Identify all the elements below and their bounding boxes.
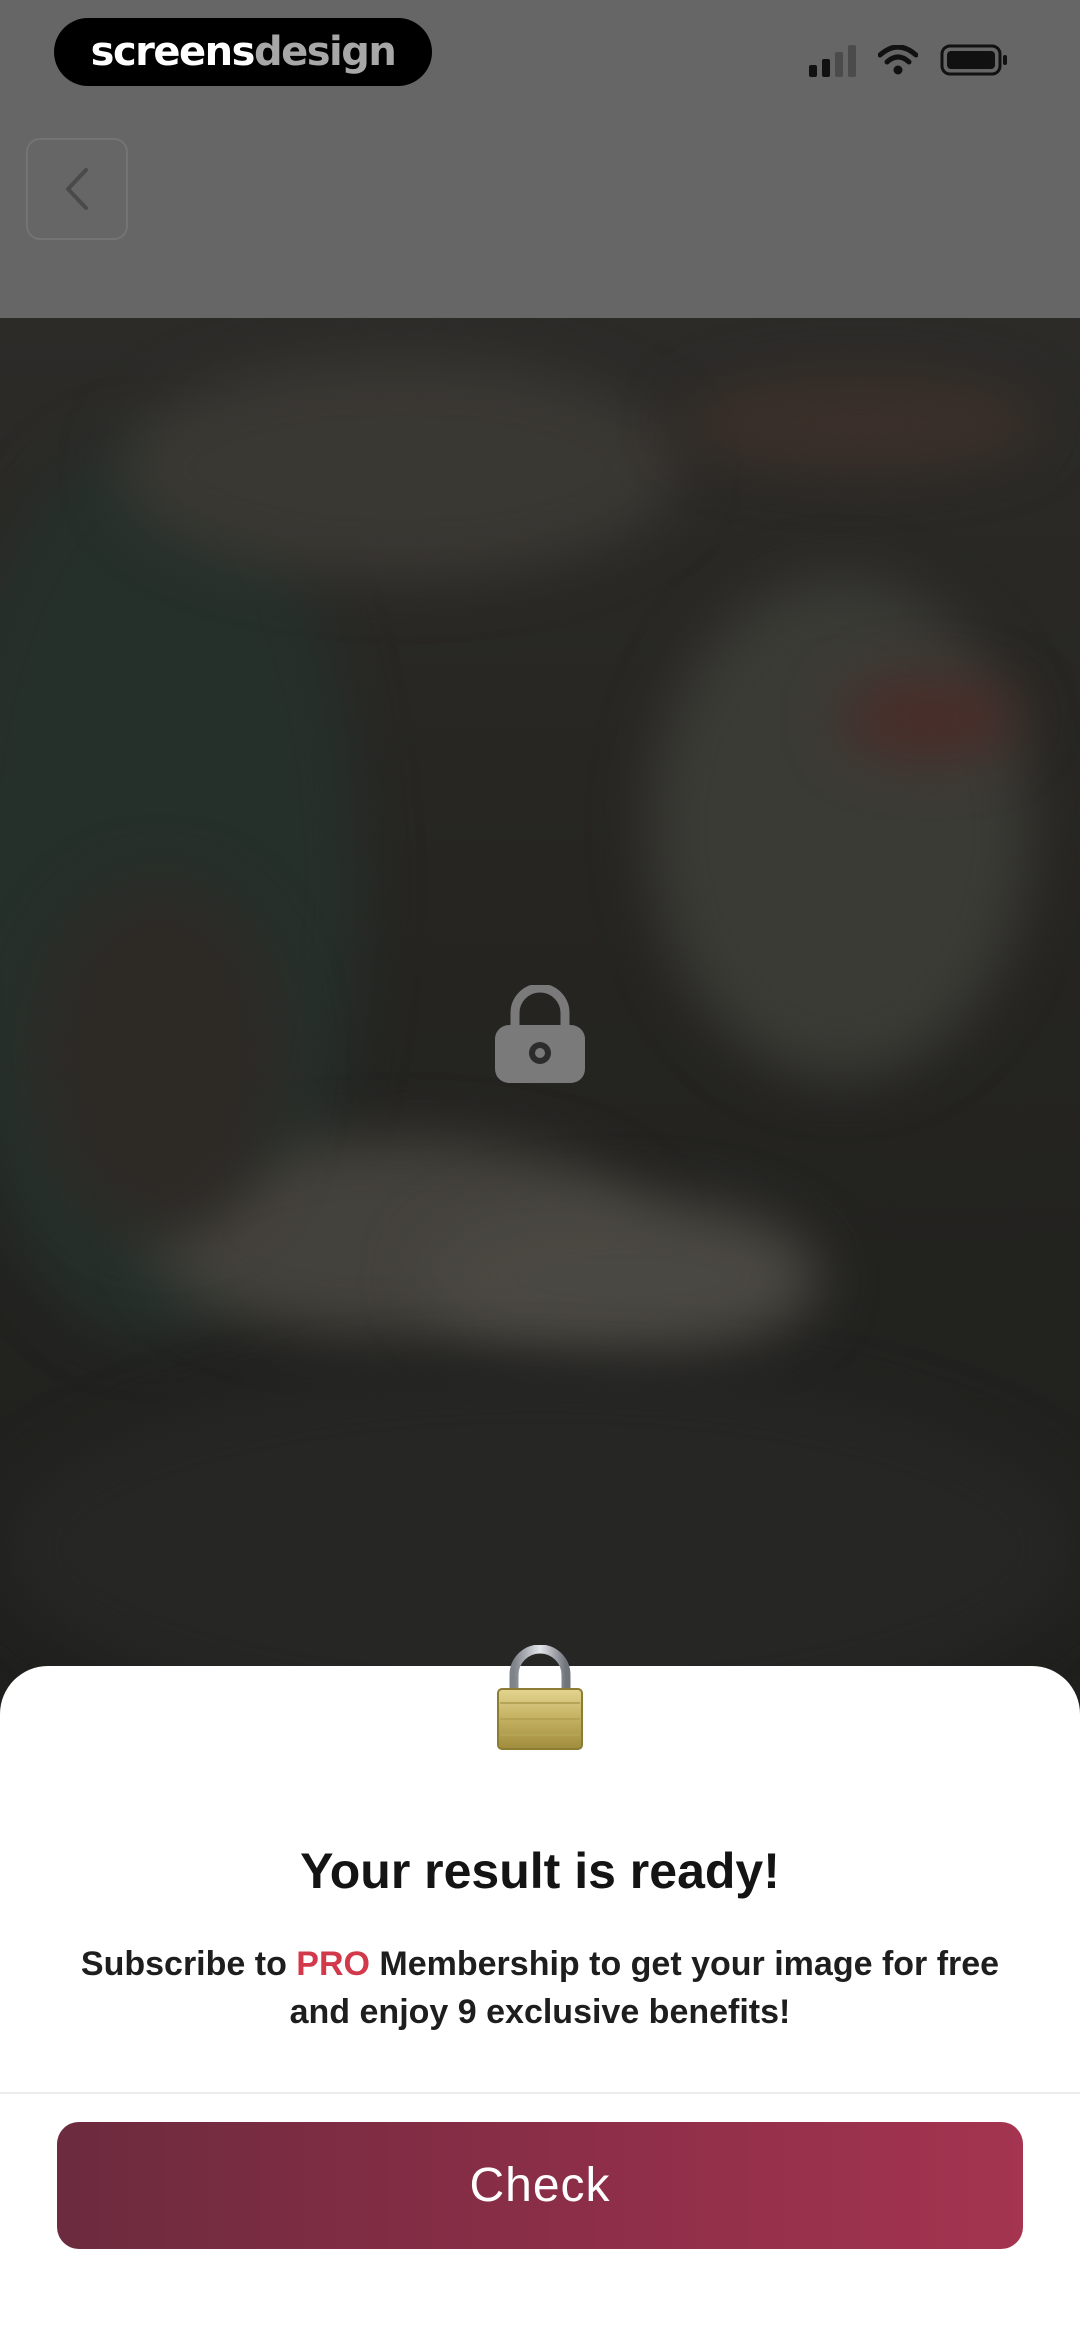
pro-highlight: PRO — [296, 1945, 370, 1983]
watermark-part2: design — [253, 29, 397, 75]
watermark-logo: screens design — [54, 18, 432, 86]
watermark-part1: screens — [90, 29, 256, 75]
check-button[interactable]: Check — [57, 2122, 1023, 2249]
padlock-icon — [497, 1645, 583, 1750]
top-bar: screens design — [0, 0, 1080, 318]
subtitle-text-after: Membership to get your image for free an… — [289, 1945, 1000, 2031]
status-bar — [809, 40, 1010, 80]
wifi-icon — [878, 45, 918, 75]
locked-result-preview — [0, 318, 1080, 1718]
screen: screens design Your result is ready! Sub… — [0, 0, 1080, 2335]
battery-icon — [940, 43, 1010, 77]
cellular-signal-icon — [809, 43, 856, 77]
subtitle-text-before: Subscribe to — [80, 1945, 297, 1983]
page-title: Your result is ready! — [300, 1843, 780, 1899]
chevron-left-icon — [66, 168, 88, 210]
back-button[interactable] — [26, 138, 128, 240]
subscription-message: Subscribe to PRO Membership to get your … — [50, 1940, 1030, 2036]
divider — [0, 2092, 1080, 2094]
lock-icon — [495, 985, 585, 1083]
